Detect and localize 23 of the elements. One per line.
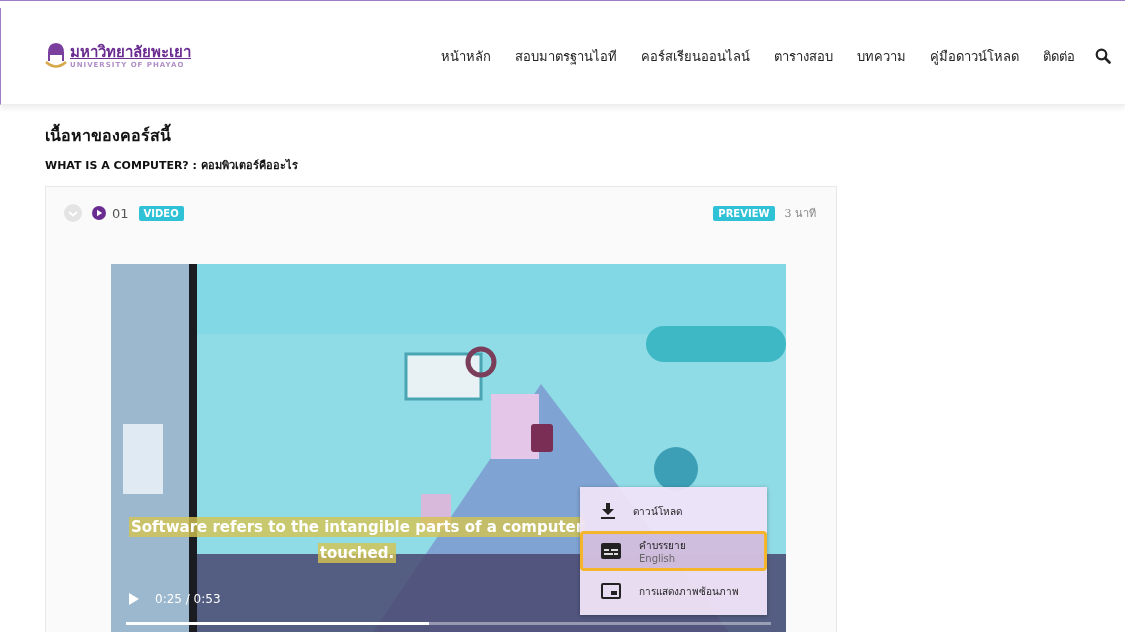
progress-track[interactable] xyxy=(126,622,771,625)
menu-item[interactable]: คำบรรยาย English xyxy=(580,531,767,571)
nav-link[interactable]: ติดต่อ xyxy=(1043,45,1075,67)
picture-in-picture-icon xyxy=(601,583,621,599)
play-circle-icon[interactable] xyxy=(92,206,106,220)
section-title: เนื้อหาของคอร์สนี้ xyxy=(45,123,1080,148)
university-emblem-icon xyxy=(45,41,67,71)
lesson-duration: 3 นาที xyxy=(784,206,816,222)
nav-link[interactable]: คอร์สเรียนออนไลน์ xyxy=(641,45,750,67)
download-icon xyxy=(601,503,615,519)
video-caption: touched. xyxy=(317,543,397,563)
nav-link[interactable]: หน้าหลัก xyxy=(441,45,491,67)
university-name[interactable]: มหาวิทยาลัยพะเยา xyxy=(70,43,191,61)
search-icon[interactable] xyxy=(1095,48,1111,64)
nav-link[interactable]: สอบมาตรฐานไอที xyxy=(515,45,617,67)
nav-link[interactable]: บทความ xyxy=(857,45,906,67)
lesson-title: WHAT IS A COMPUTER? : คอมพิวเตอร์คืออะไร xyxy=(45,158,299,174)
menu-item[interactable]: การแสดงภาพซ้อนภาพ xyxy=(580,571,767,611)
video-badge: VIDEO xyxy=(138,205,184,221)
lesson-number: 01 xyxy=(112,205,129,221)
captions-icon xyxy=(601,543,621,559)
nav-link[interactable]: คู่มือดาวน์โหลด xyxy=(930,45,1019,67)
nav-link[interactable]: ตารางสอบ xyxy=(774,45,833,67)
